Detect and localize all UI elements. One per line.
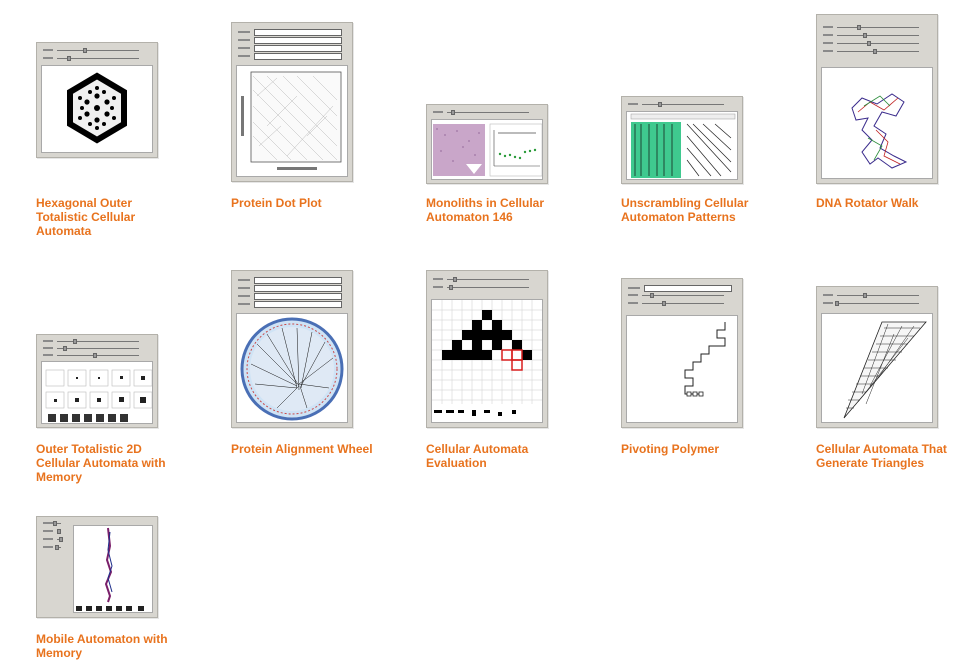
thumbnail-ca-evaluation[interactable] [426,270,548,428]
thumbnail-hexagonal-outer-totalistic[interactable] [36,42,158,158]
gallery-item-title[interactable]: DNA Rotator Walk [816,196,966,210]
mobile-automaton-image [76,527,144,611]
gallery-item-title[interactable]: Cellular Automata Evaluation [426,442,576,470]
gallery-item-title[interactable]: Pivoting Polymer [621,442,771,456]
triangle-ca-image [843,321,927,419]
thumbnail-mobile-automaton[interactable] [36,516,158,618]
thumbnail-outer-totalistic-2d[interactable] [36,334,158,428]
thumbnail-unscrambling-ca[interactable] [621,96,743,184]
gallery-item-title[interactable]: Unscrambling Cellular Automaton Patterns [621,196,771,224]
ca-evaluation-image [432,300,542,416]
alignment-wheel-image [240,317,344,421]
dot-plot-image [241,71,342,170]
thumbnail-protein-alignment-wheel[interactable] [231,270,353,428]
unscrambling-image [630,113,736,178]
gallery-item-title[interactable]: Protein Alignment Wheel [231,442,381,456]
gallery-item-title[interactable]: Cellular Automata That Generate Triangle… [816,442,966,470]
gallery-item-title[interactable]: Monoliths in Cellular Automaton 146 [426,196,576,224]
thumbnail-triangles-ca[interactable] [816,286,938,428]
thumbnail-pivoting-polymer[interactable] [621,278,743,428]
dna-walk-image [851,93,908,169]
gallery-item-title[interactable]: Outer Totalistic 2D Cellular Automata wi… [36,442,186,484]
gallery-item-title[interactable]: Hexagonal Outer Totalistic Cellular Auto… [36,196,186,238]
thumbnail-monoliths-ca146[interactable] [426,104,548,184]
gallery-item-title[interactable]: Protein Dot Plot [231,196,381,210]
gallery-item-title[interactable]: Mobile Automaton with Memory [36,632,186,660]
monoliths-image [433,123,542,177]
hexagon-pattern-image [67,72,127,144]
thumbnail-dna-rotator-walk[interactable] [816,14,938,184]
polymer-image [684,322,726,397]
thumbnail-protein-dot-plot[interactable] [231,22,353,182]
ca-grid-image [45,369,152,422]
